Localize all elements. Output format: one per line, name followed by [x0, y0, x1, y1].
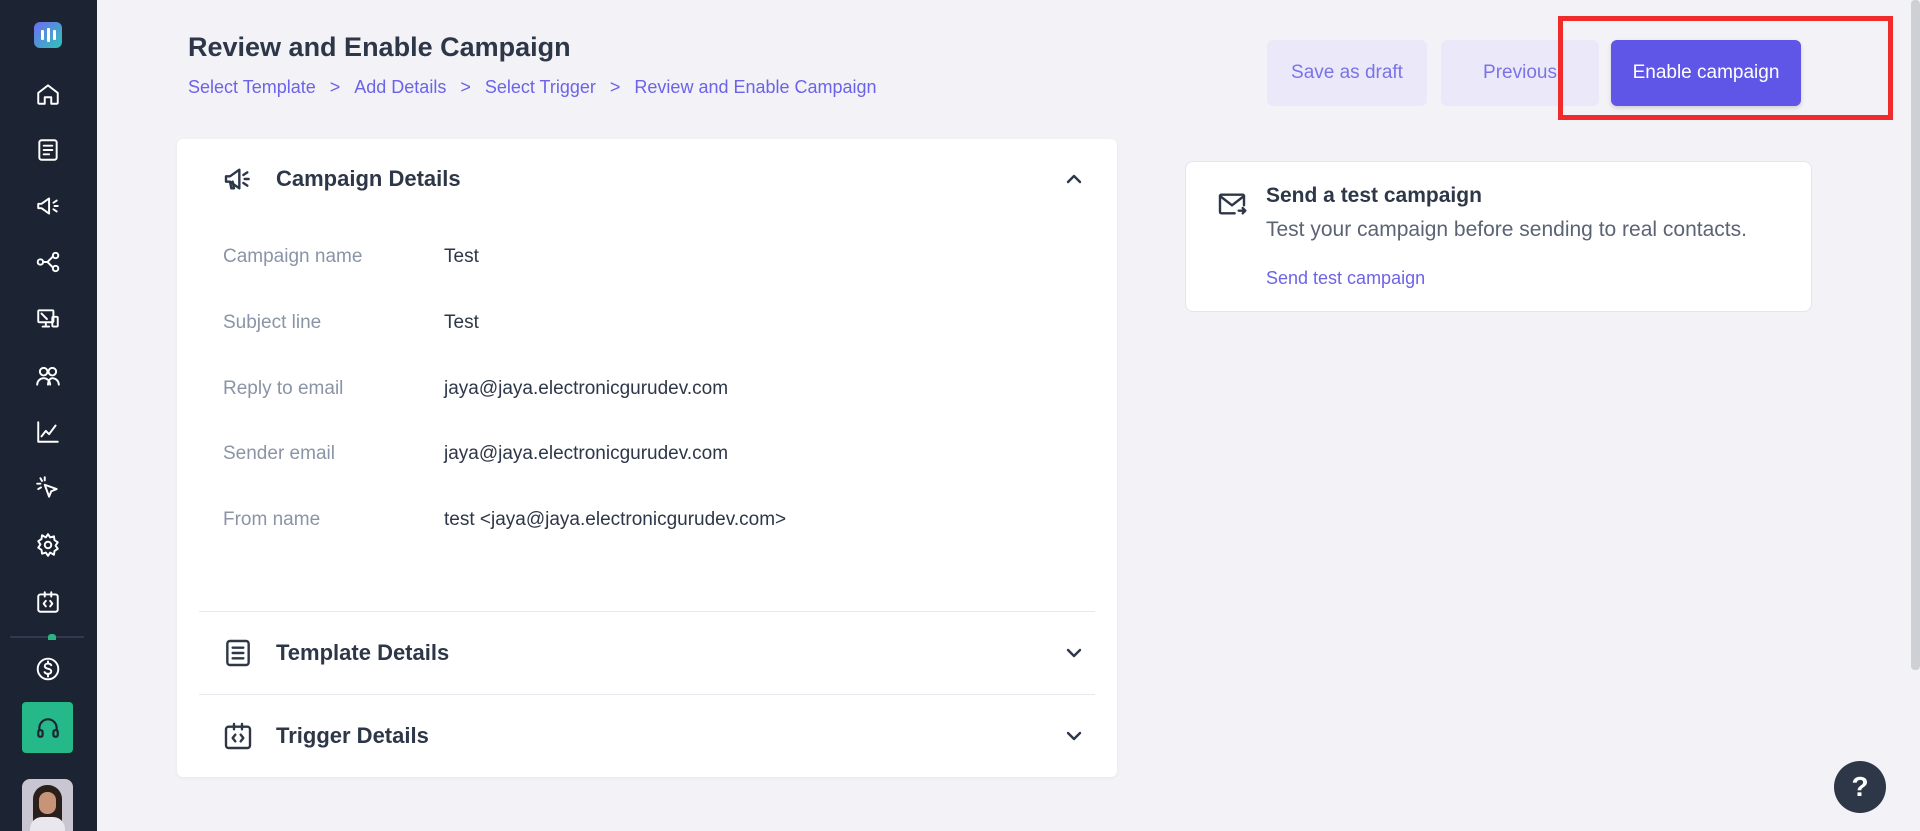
- detail-value: Test: [444, 312, 479, 333]
- detail-row-campaign-name: Campaign name Test: [223, 246, 1083, 276]
- breadcrumb-add-details[interactable]: Add Details: [354, 77, 446, 98]
- send-test-campaign-link[interactable]: Send test campaign: [1266, 268, 1425, 289]
- section-divider: [199, 694, 1095, 695]
- page-title: Review and Enable Campaign: [188, 32, 571, 62]
- detail-value: Test: [444, 246, 479, 267]
- enable-campaign-button[interactable]: Enable campaign: [1611, 40, 1801, 106]
- campaign-details-title: Campaign Details: [276, 166, 461, 191]
- chevron-down-icon[interactable]: [1062, 724, 1086, 748]
- detail-row-sender-email: Sender email jaya@jaya.electronicgurudev…: [223, 443, 1083, 473]
- integrations-icon[interactable]: [28, 582, 68, 622]
- detail-value: test <jaya@jaya.electronicgurudev.com>: [444, 509, 787, 530]
- workflow-icon[interactable]: [28, 242, 68, 282]
- test-campaign-title: Send a test campaign: [1266, 184, 1482, 207]
- detail-value: jaya@jaya.electronicgurudev.com: [444, 378, 729, 399]
- template-details-header[interactable]: Template Details: [177, 613, 1117, 693]
- detail-label: Reply to email: [223, 378, 344, 399]
- chevron-up-icon[interactable]: [1062, 167, 1086, 191]
- detail-label: Subject line: [223, 312, 322, 333]
- sidebar-divider: [10, 636, 84, 638]
- detail-value: jaya@jaya.electronicgurudev.com: [444, 443, 729, 464]
- detail-row-from-name: From name test <jaya@jaya.electronicguru…: [223, 509, 1083, 539]
- template-icon: [221, 636, 255, 670]
- app-logo[interactable]: [34, 22, 62, 48]
- trigger-details-header[interactable]: Trigger Details: [177, 696, 1117, 776]
- trigger-icon: [221, 719, 255, 753]
- detail-label: From name: [223, 509, 321, 530]
- breadcrumb-separator: >: [329, 77, 341, 97]
- breadcrumb-select-template[interactable]: Select Template: [188, 77, 316, 98]
- support-button[interactable]: [22, 702, 73, 753]
- breadcrumb-select-trigger[interactable]: Select Trigger: [485, 77, 596, 98]
- campaigns-icon[interactable]: [28, 186, 68, 226]
- section-divider: [199, 611, 1095, 612]
- save-as-draft-button[interactable]: Save as draft: [1267, 40, 1427, 106]
- support-headset-icon: [36, 717, 59, 738]
- test-campaign-description: Test your campaign before sending to rea…: [1266, 218, 1747, 241]
- breadcrumb-review-enable[interactable]: Review and Enable Campaign: [634, 77, 876, 98]
- breadcrumb: Select Template > Add Details > Select T…: [188, 77, 877, 98]
- test-campaign-card: Send a test campaign Test your campaign …: [1185, 161, 1812, 312]
- chevron-down-icon[interactable]: [1062, 641, 1086, 665]
- campaign-details-header[interactable]: Campaign Details: [177, 139, 1117, 219]
- trigger-details-title: Trigger Details: [276, 723, 429, 748]
- breadcrumb-separator: >: [609, 77, 621, 97]
- click-tracking-icon[interactable]: [28, 468, 68, 508]
- details-card: Campaign Details Campaign name Test Subj…: [177, 139, 1117, 777]
- previous-button[interactable]: Previous: [1441, 40, 1599, 106]
- detail-label: Sender email: [223, 443, 335, 464]
- scroll-indicator: [48, 634, 56, 640]
- help-button[interactable]: ?: [1834, 761, 1886, 813]
- breadcrumb-separator: >: [460, 77, 471, 97]
- template-details-title: Template Details: [276, 640, 450, 665]
- home-icon[interactable]: [28, 74, 68, 114]
- send-mail-icon: [1216, 188, 1248, 220]
- page-scrollbar[interactable]: [1911, 0, 1920, 670]
- web-forms-icon[interactable]: [28, 299, 68, 339]
- billing-icon[interactable]: [28, 649, 68, 689]
- settings-icon[interactable]: [28, 525, 68, 565]
- user-avatar[interactable]: [22, 779, 73, 831]
- sidebar: [0, 0, 97, 831]
- megaphone-icon: [221, 162, 255, 196]
- templates-icon[interactable]: [28, 130, 68, 170]
- detail-row-subject-line: Subject line Test: [223, 312, 1083, 342]
- contacts-icon[interactable]: [28, 356, 68, 396]
- analytics-icon[interactable]: [28, 412, 68, 452]
- detail-row-reply-to-email: Reply to email jaya@jaya.electronicgurud…: [223, 378, 1083, 408]
- detail-label: Campaign name: [223, 246, 363, 267]
